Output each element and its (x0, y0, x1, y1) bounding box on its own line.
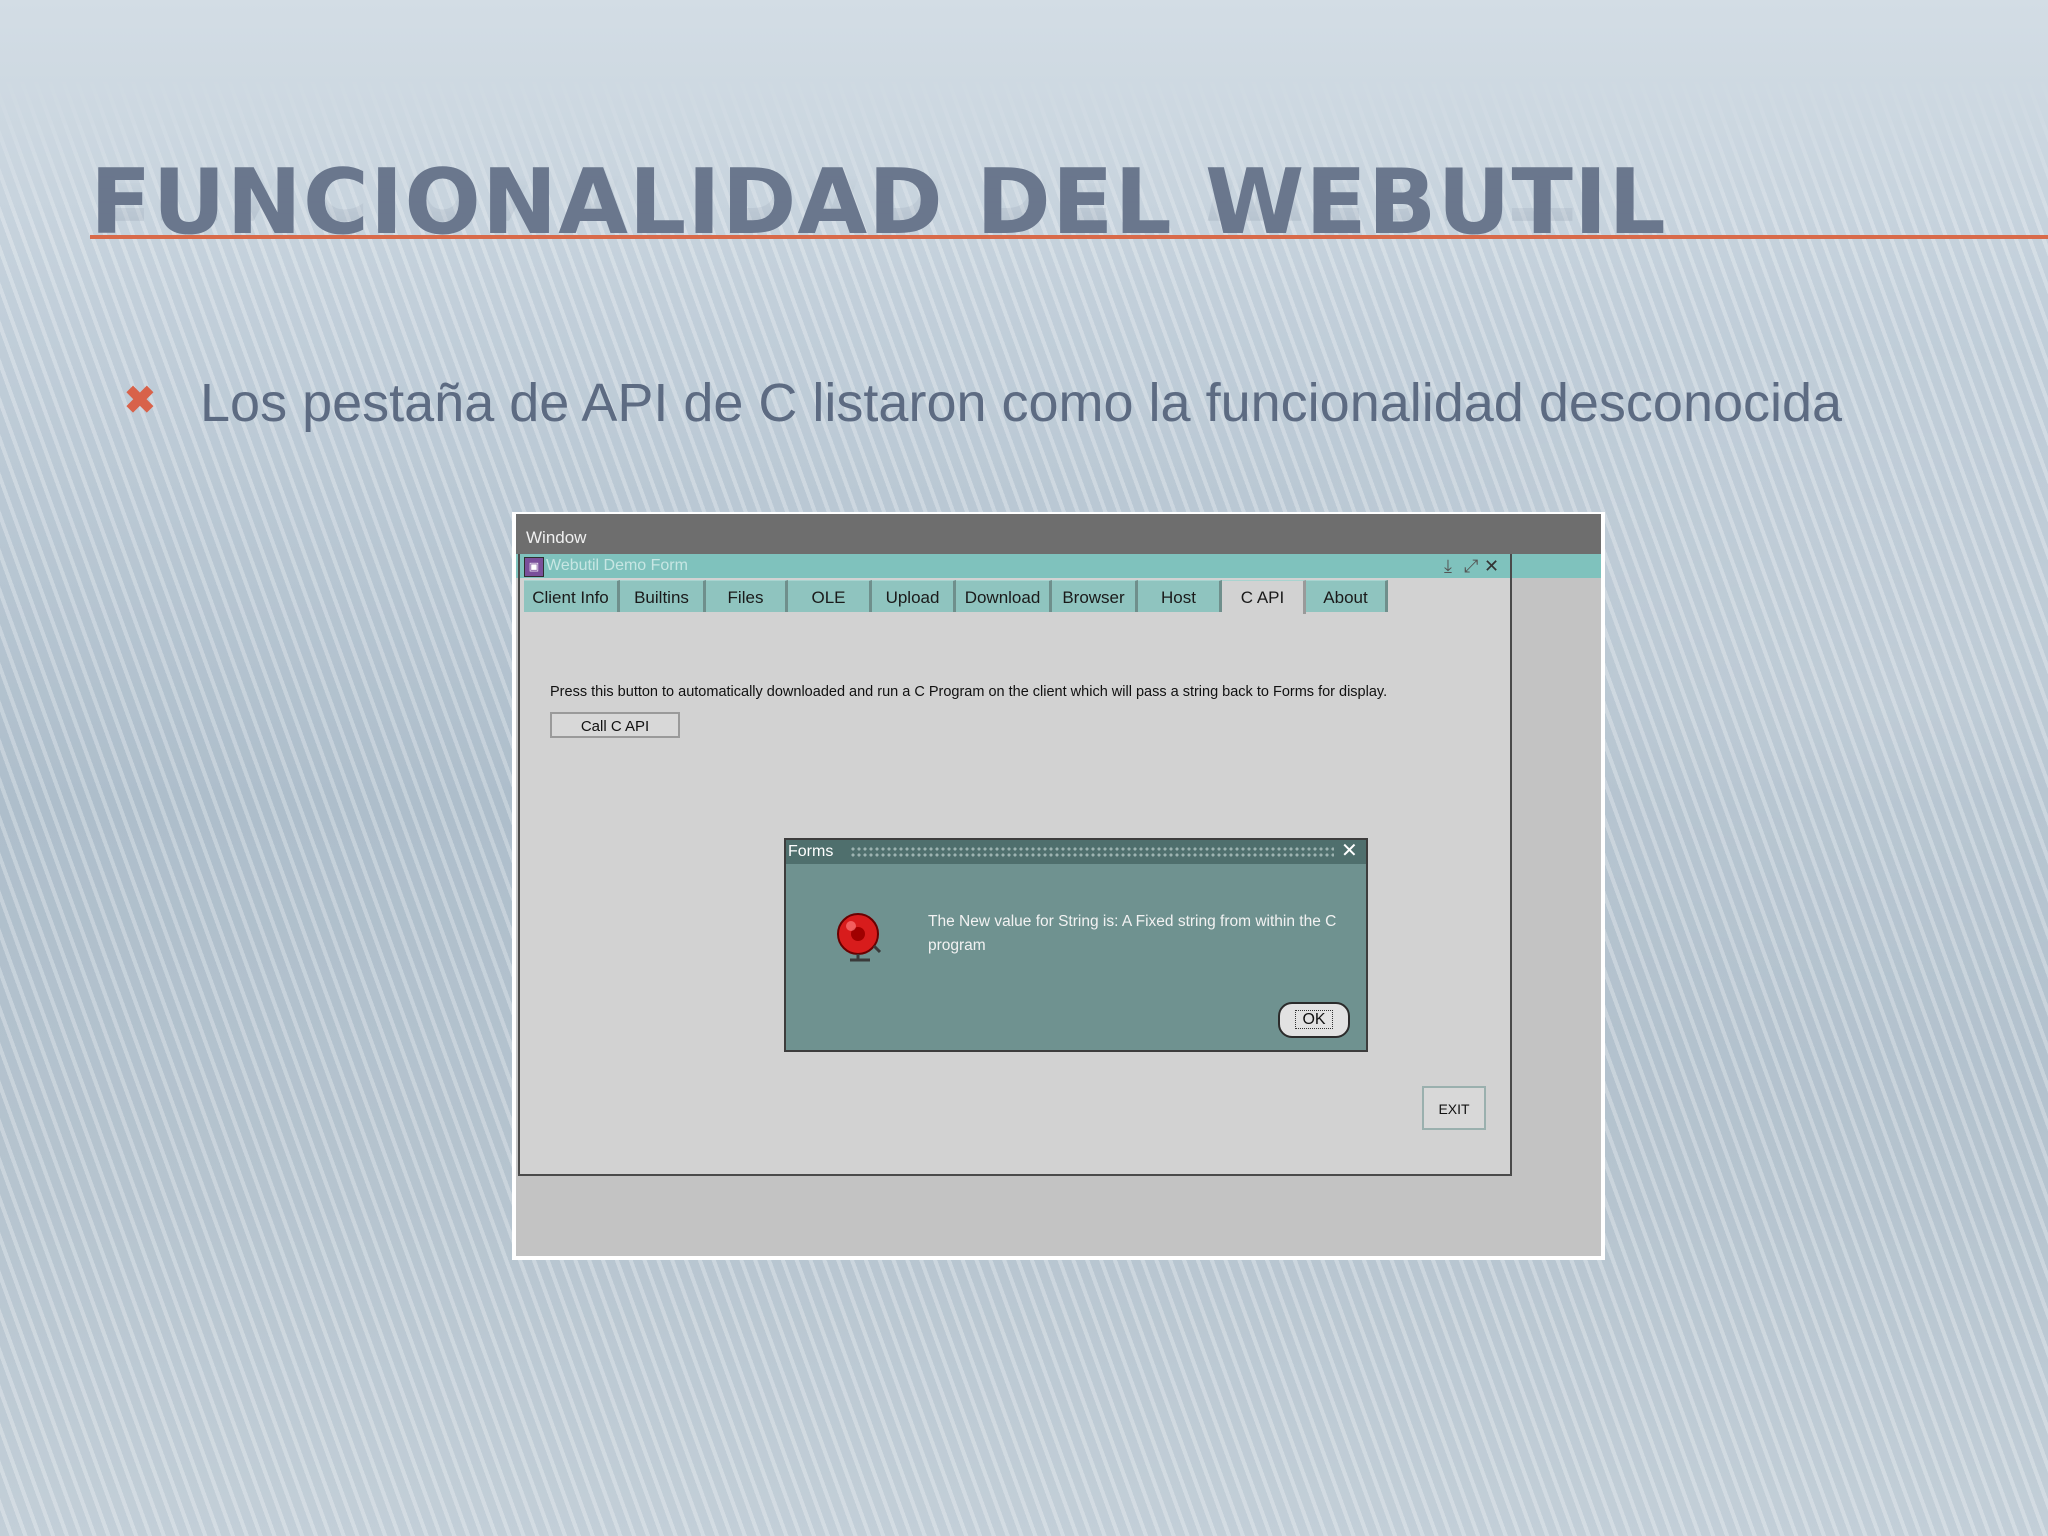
dialog-drag-grip[interactable] (850, 846, 1334, 858)
app-icon: ▣ (524, 557, 544, 577)
exit-button[interactable]: EXIT (1422, 1086, 1486, 1130)
bullet-text: Los pestaña de API de C listaron como la… (200, 373, 1843, 433)
tab-files[interactable]: Files (706, 580, 788, 612)
webutil-screenshot: Window ▣ Webutil Demo Form ⤓ ⤢ ✕ Client … (512, 512, 1605, 1260)
instruction-text: Press this button to automatically downl… (550, 684, 1388, 700)
ok-button[interactable]: OK (1278, 1002, 1350, 1038)
minimize-icon[interactable]: ⤓ (1444, 555, 1452, 577)
dialog-title: Forms (788, 843, 834, 860)
dialog-message: The New value for String is: A Fixed str… (928, 913, 1337, 954)
alarm-bell-icon (837, 913, 882, 962)
form-title: Webutil Demo Form (546, 557, 688, 574)
tab-download[interactable]: Download (956, 580, 1052, 612)
mdi-area: ▣ Webutil Demo Form ⤓ ⤢ ✕ Client Info Bu… (516, 554, 1601, 1256)
call-c-api-button[interactable]: Call C API (550, 712, 680, 738)
tab-upload[interactable]: Upload (872, 580, 956, 612)
tab-browser[interactable]: Browser (1052, 580, 1138, 612)
title-underline (90, 235, 2048, 239)
dialog-title-bar: Forms ✕ (786, 840, 1366, 864)
ok-button-label: OK (1295, 1010, 1333, 1029)
webutil-demo-form: ▣ Webutil Demo Form ⤓ ⤢ ✕ Client Info Bu… (518, 554, 1512, 1176)
tab-ole[interactable]: OLE (788, 580, 872, 612)
restore-icon[interactable]: ⤢ (1464, 555, 1478, 577)
tab-about[interactable]: About (1306, 580, 1388, 612)
tab-host[interactable]: Host (1138, 580, 1222, 612)
menu-window[interactable]: Window (526, 528, 586, 548)
tab-bar: Client Info Builtins Files OLE Upload Do… (524, 580, 1388, 614)
form-title-bar: ▣ Webutil Demo Form ⤓ ⤢ ✕ (520, 554, 1510, 578)
tab-c-api[interactable]: C API (1222, 580, 1306, 614)
forms-alert-dialog: Forms ✕ The New value for String is: A F… (784, 838, 1368, 1052)
tab-builtins[interactable]: Builtins (620, 580, 706, 612)
dialog-close-icon[interactable]: ✕ (1341, 840, 1358, 862)
tab-client-info[interactable]: Client Info (524, 580, 620, 612)
close-icon[interactable]: ✕ (1484, 555, 1499, 577)
slide-title-reflection: FUNCIONALIDAD DEL WEBUTIL (90, 133, 1667, 238)
x-mark-icon: ✖ (124, 380, 156, 422)
menu-bar: Window (516, 514, 1601, 554)
